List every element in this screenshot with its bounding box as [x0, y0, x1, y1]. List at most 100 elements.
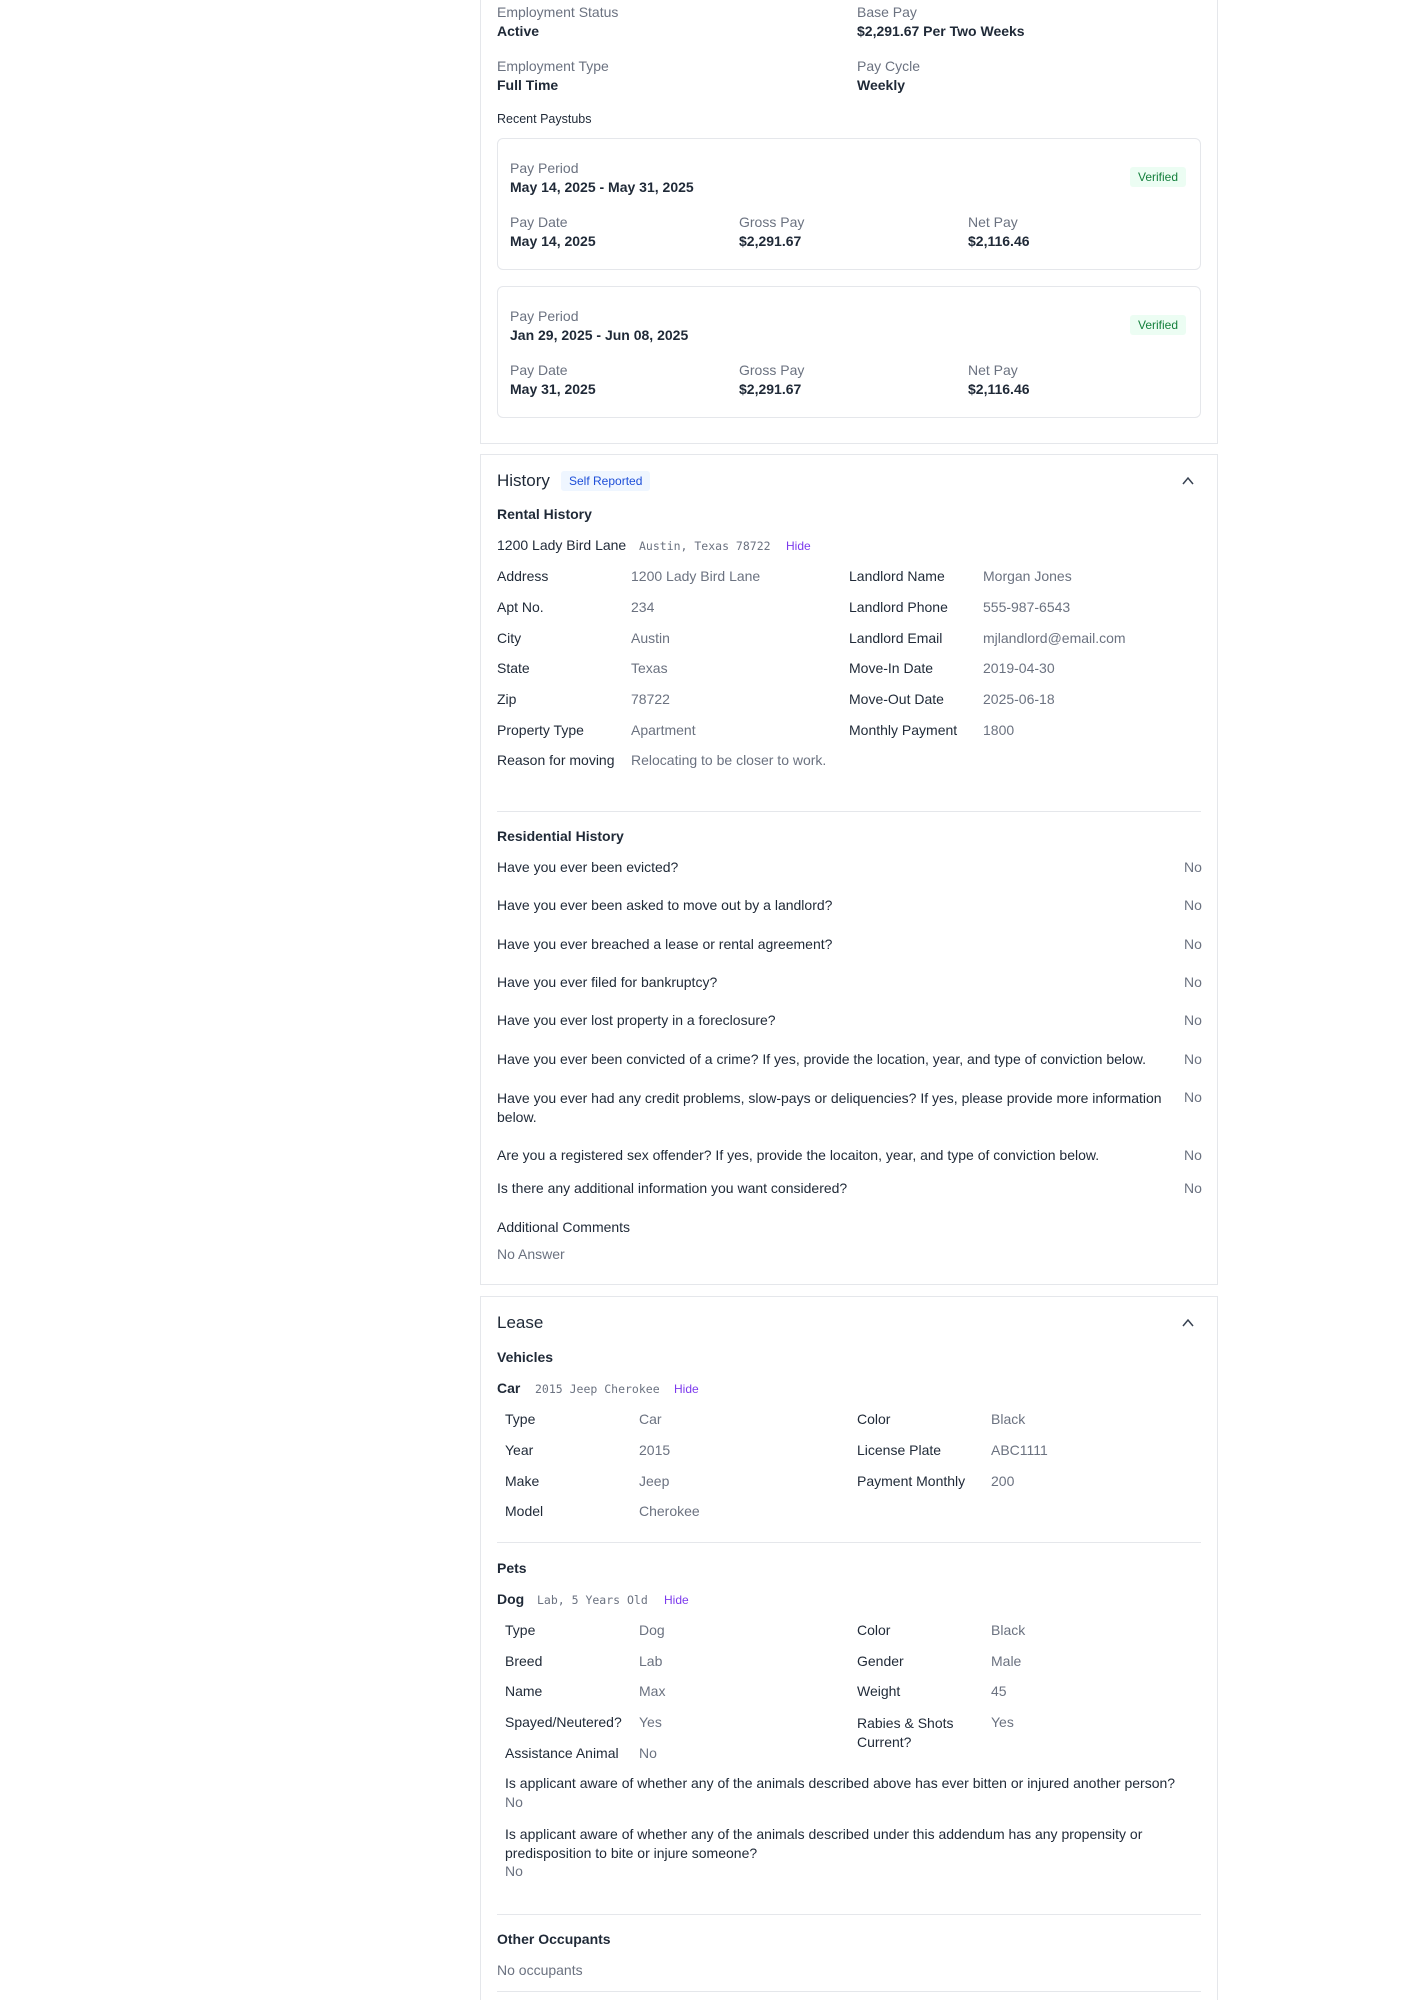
net-pay-value: $2,116.46	[968, 381, 1030, 397]
hide-rental-link[interactable]: Hide	[786, 539, 811, 553]
paystub-card: Pay Period Jan 29, 2025 - Jun 08, 2025 V…	[497, 286, 1201, 418]
vehicle-field-label: Model	[505, 1503, 544, 1519]
pay-date-value: May 31, 2025	[510, 381, 596, 397]
pet-bite-answer: No	[505, 1794, 523, 1810]
rental-field-value: 78722	[631, 691, 670, 707]
vehicle-name: Car	[497, 1380, 521, 1396]
question-text: Have you ever filed for bankruptcy?	[497, 974, 718, 990]
rental-field-label: Property Type	[497, 722, 584, 738]
gross-pay-value: $2,291.67	[739, 233, 802, 249]
rental-field-value: Apartment	[631, 722, 696, 738]
pet-field-label: Rabies & Shots Current?	[857, 1715, 954, 1750]
divider	[497, 1542, 1201, 1543]
question-answer: No	[1184, 859, 1202, 875]
chevron-up-icon[interactable]	[1181, 474, 1195, 488]
employment-status-value: Active	[497, 23, 540, 39]
paystub-card: Pay Period May 14, 2025 - May 31, 2025 V…	[497, 138, 1201, 270]
pet-field-label: Name	[505, 1683, 543, 1699]
question-text: Have you ever been evicted?	[497, 859, 679, 875]
pay-cycle-value: Weekly	[857, 77, 905, 93]
rental-field-label: Apt No.	[497, 599, 544, 615]
rental-field-value: 234	[631, 599, 655, 615]
pet-field-value: Yes	[639, 1714, 662, 1730]
pet-field-label: Weight	[857, 1683, 901, 1699]
divider	[497, 1991, 1201, 1992]
vehicle-field-value: ABC1111	[991, 1442, 1048, 1458]
pet-field-label: Type	[505, 1622, 536, 1638]
question-answer: No	[1184, 1012, 1202, 1028]
employment-status-label: Employment Status	[497, 4, 619, 20]
pay-cycle-label: Pay Cycle	[857, 58, 921, 74]
pet-field-label: Assistance Animal	[505, 1745, 619, 1761]
rental-field-value: 2025-06-18	[983, 691, 1055, 707]
rental-field-value: Morgan Jones	[983, 568, 1072, 584]
pay-period-label: Pay Period	[510, 160, 579, 176]
hide-vehicle-link[interactable]: Hide	[674, 1382, 699, 1396]
question-answer: No	[1184, 897, 1202, 913]
question-answer: No	[1184, 1180, 1202, 1196]
employment-card: Employment Status Active Base Pay $2,291…	[480, 0, 1218, 444]
pet-field-label: Breed	[505, 1653, 543, 1669]
net-pay-value: $2,116.46	[968, 233, 1030, 249]
pay-date-label: Pay Date	[510, 214, 568, 230]
vehicle-field-label: Color	[857, 1411, 891, 1427]
lease-card: Lease Vehicles Car 2015 Jeep Cherokee Hi…	[480, 1296, 1218, 2000]
pet-field-value: No	[639, 1745, 657, 1761]
pet-field-value: Dog	[639, 1622, 665, 1638]
question-answer: No	[1184, 936, 1202, 952]
vehicle-field-label: Type	[505, 1411, 536, 1427]
question-text: Is there any additional information you …	[497, 1180, 848, 1196]
net-pay-label: Net Pay	[968, 362, 1018, 378]
pets-heading: Pets	[497, 1560, 527, 1576]
pay-period-value: Jan 29, 2025 - Jun 08, 2025	[510, 327, 689, 343]
rental-history-heading: Rental History	[497, 506, 592, 522]
pay-period-label: Pay Period	[510, 308, 579, 324]
additional-comments-value: No Answer	[497, 1246, 565, 1262]
question-text: Are you a registered sex offender? If ye…	[497, 1147, 1100, 1163]
rental-entry-location: Austin, Texas 78722	[639, 539, 771, 553]
rental-field-label: Landlord Email	[849, 630, 943, 646]
pet-field-value: Max	[639, 1683, 666, 1699]
lease-title: Lease	[497, 1313, 544, 1332]
history-title: History	[497, 471, 550, 490]
rental-field-label: Address	[497, 568, 549, 584]
pet-field-value: 45	[991, 1683, 1007, 1699]
rental-field-label: State	[497, 660, 530, 676]
divider	[497, 1914, 1201, 1915]
rental-entry-name: 1200 Lady Bird Lane	[497, 537, 627, 553]
verified-badge: Verified	[1130, 167, 1187, 187]
rental-field-value: Relocating to be closer to work.	[631, 752, 827, 768]
base-pay-label: Base Pay	[857, 4, 917, 20]
rental-field-label: Monthly Payment	[849, 722, 958, 738]
self-reported-badge: Self Reported	[561, 471, 651, 491]
question-text: Have you ever had any credit problems, s…	[497, 1090, 1162, 1125]
pet-field-value: Male	[991, 1653, 1022, 1669]
net-pay-label: Net Pay	[968, 214, 1018, 230]
other-occupants-heading: Other Occupants	[497, 1931, 611, 1947]
rental-field-label: Landlord Phone	[849, 599, 948, 615]
vehicle-field-label: License Plate	[857, 1442, 942, 1458]
other-occupants-value: No occupants	[497, 1962, 583, 1978]
verified-badge: Verified	[1130, 315, 1187, 335]
pet-name: Dog	[497, 1591, 525, 1607]
pet-propensity-answer: No	[505, 1863, 523, 1879]
gross-pay-label: Gross Pay	[739, 362, 805, 378]
base-pay-value: $2,291.67 Per Two Weeks	[857, 23, 1025, 39]
vehicle-field-label: Make	[505, 1473, 540, 1489]
vehicle-field-value: 2015	[639, 1442, 671, 1458]
rental-field-value: 1800	[983, 722, 1015, 738]
chevron-up-icon[interactable]	[1181, 1316, 1195, 1330]
pet-field-label: Spayed/Neutered?	[505, 1714, 622, 1730]
question-text: Have you ever been asked to move out by …	[497, 897, 833, 913]
rental-field-value: 1200 Lady Bird Lane	[631, 568, 761, 584]
question-text: Have you ever breached a lease or rental…	[497, 936, 833, 952]
pay-date-label: Pay Date	[510, 362, 568, 378]
rental-field-value: 2019-04-30	[983, 660, 1055, 676]
history-card: History Self Reported Rental History 120…	[480, 454, 1218, 1285]
hide-pet-link[interactable]: Hide	[664, 1593, 689, 1607]
gross-pay-value: $2,291.67	[739, 381, 802, 397]
residential-history-heading: Residential History	[497, 828, 624, 844]
pet-field-value: Lab	[639, 1653, 663, 1669]
vehicle-field-label: Year	[505, 1442, 534, 1458]
employment-type-value: Full Time	[497, 77, 559, 93]
